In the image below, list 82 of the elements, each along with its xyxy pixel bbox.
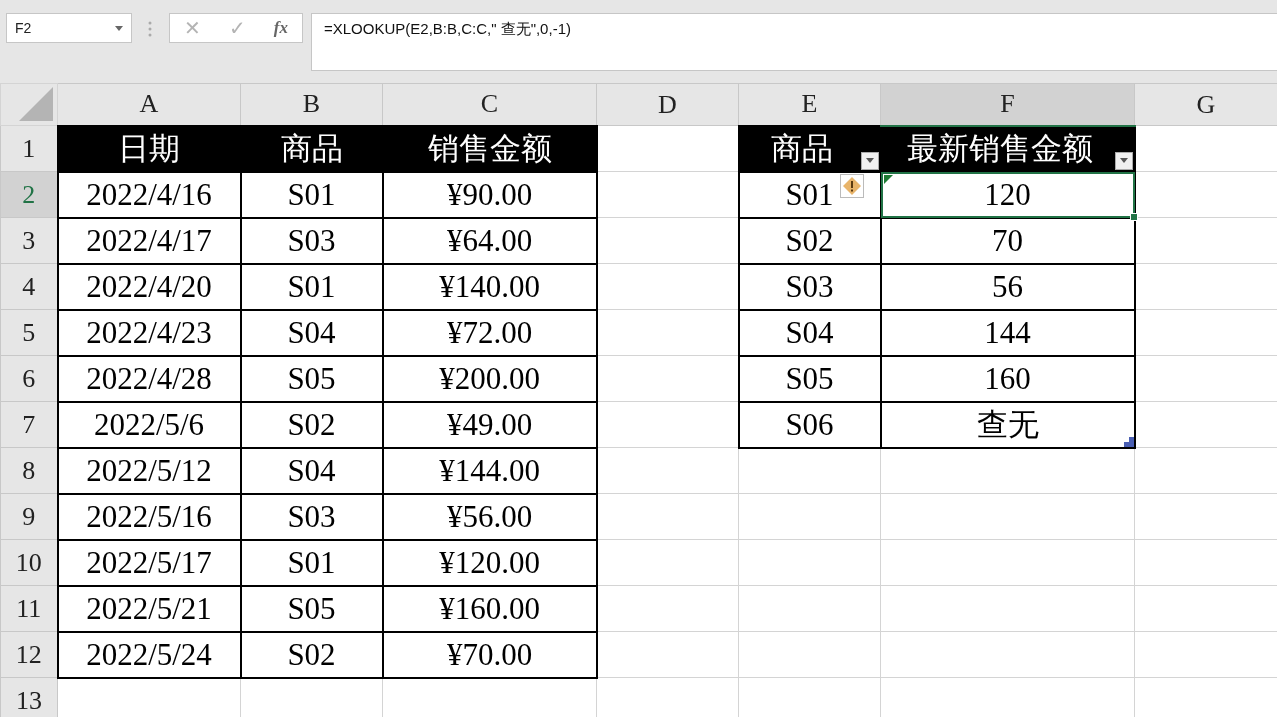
row-header[interactable]: 8 [0,447,58,494]
caret-icon [1119,158,1128,163]
row-header[interactable]: 12 [0,631,58,678]
cell-value: 2022/5/17 [86,544,212,580]
cell-value: ¥70.00 [446,636,533,672]
column-title: 日期 [118,130,180,166]
cell-value: 70 [992,222,1023,258]
cell-value: 2022/5/24 [86,636,212,672]
cell-value: ¥200.00 [439,360,540,396]
filter-button[interactable] [1114,151,1133,170]
warning-icon[interactable] [839,173,864,198]
cell-value: 2022/5/21 [86,590,212,626]
formula-field[interactable]: =XLOOKUP(E2,B:B,C:C," 查无",0,-1) [311,13,1277,71]
insert-function-button[interactable]: fx [269,18,292,38]
cell-value: 2022/4/16 [86,176,212,212]
column-header[interactable]: E [738,83,881,126]
cell-value: S01 [287,176,336,212]
column-header[interactable]: F [880,83,1135,126]
name-box[interactable]: F2 [6,13,132,43]
cell-value: S01 [287,544,336,580]
column-header[interactable]: C [382,83,597,126]
cell-value: 2022/4/28 [86,360,212,396]
cell-value: S04 [785,314,834,350]
cell-value: 2022/4/20 [86,268,212,304]
cell-value: S02 [785,222,834,258]
row-header[interactable]: 5 [0,309,58,356]
cell-value: S06 [785,406,834,442]
cell-value: 2022/5/6 [93,406,205,442]
row-header[interactable]: 11 [0,585,58,632]
column-header[interactable]: D [596,83,739,126]
column-header[interactable]: G [1134,83,1277,126]
cell-value: ¥160.00 [439,590,540,626]
filter-button[interactable] [860,151,879,170]
cell-value: S04 [287,314,336,350]
cell-value: 查无 [976,406,1039,442]
cell-value: S03 [287,222,336,258]
row-header[interactable]: 3 [0,217,58,264]
cell-value: S03 [785,268,834,304]
cell-value: S02 [287,636,336,672]
row-header[interactable]: 10 [0,539,58,586]
cell-value: S04 [287,452,336,488]
row-header[interactable]: 4 [0,263,58,310]
cell-value: ¥64.00 [446,222,533,258]
cell-value: ¥90.00 [446,176,533,212]
fill-handle[interactable] [1129,212,1138,221]
column-header[interactable]: A [57,83,241,126]
column-title: 商品 [280,130,343,166]
cell-value: ¥56.00 [446,498,533,534]
cell-value: S05 [785,360,834,396]
cell-value: 160 [984,360,1031,396]
column-title: 销售金额 [427,130,552,166]
column-header[interactable]: B [240,83,383,126]
cell-value: ¥72.00 [446,314,533,350]
cell-value: S01 [785,176,834,212]
error-indicator-icon [883,174,893,184]
cell-value: ¥120.00 [439,544,540,580]
column-title: 最新销售金额 [906,130,1093,166]
cell-value: ¥49.00 [446,406,533,442]
cell-value: S03 [287,498,336,534]
cell-value: 2022/4/23 [86,314,212,350]
cell-value: ¥140.00 [439,268,540,304]
cell-value: ¥144.00 [439,452,540,488]
caret-icon [865,158,874,163]
row-header[interactable]: 6 [0,355,58,402]
row-header[interactable]: 2 [0,171,58,218]
table-resize-handle-icon[interactable] [1123,436,1134,447]
cell-value: S05 [287,360,336,396]
column-title: 商品 [770,130,833,166]
row-header[interactable]: 7 [0,401,58,448]
cell-value: 2022/4/17 [86,222,212,258]
row-header[interactable]: 1 [0,125,58,172]
cell-value: 56 [992,268,1023,304]
cell-value: S05 [287,590,336,626]
cell-value: 144 [984,314,1031,350]
cell-value: 2022/5/12 [86,452,212,488]
cell-value: S02 [287,406,336,442]
cell-value: S01 [287,268,336,304]
cell-value: 2022/5/16 [86,498,212,534]
row-header[interactable]: 9 [0,493,58,540]
dropdown-caret-icon [115,25,123,31]
cell-value: 120 [984,176,1031,212]
row-header[interactable]: 13 [0,677,58,717]
